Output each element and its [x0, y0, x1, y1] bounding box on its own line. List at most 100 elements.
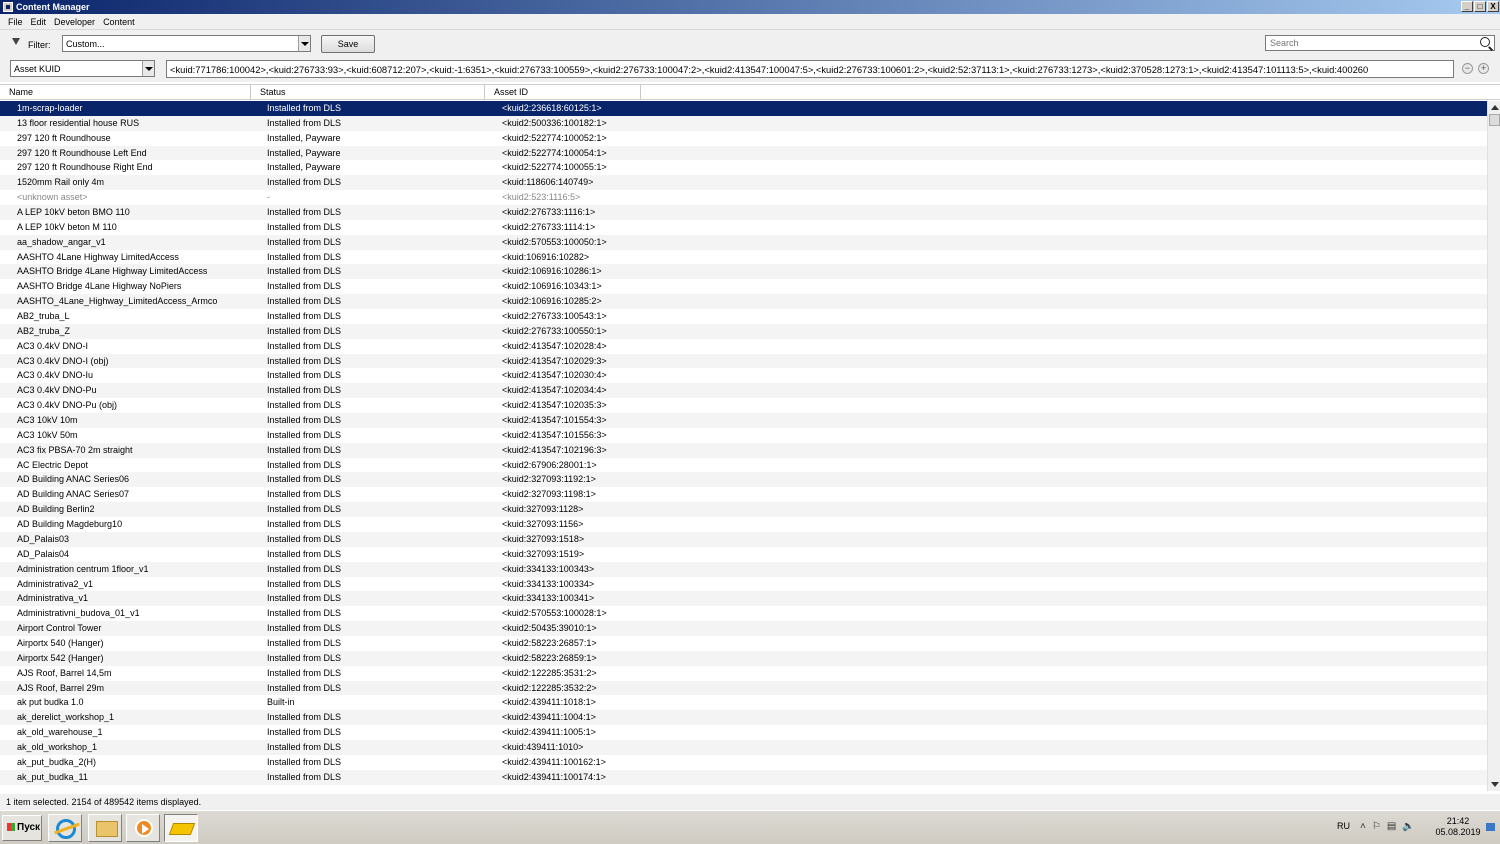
- table-row[interactable]: Airportx 542 (Hanger) Installed from DLS <…: [0, 650, 1487, 666]
- filter-collapse-icon[interactable]: [12, 38, 20, 45]
- app-icon: [3, 2, 13, 12]
- maximize-button[interactable]: □: [1474, 1, 1486, 12]
- volume-icon[interactable]: 🔈: [1402, 821, 1414, 832]
- start-button[interactable]: Пуск: [2, 815, 42, 841]
- table-row[interactable]: ak_derelict_workshop_1 Installed from DLS…: [0, 710, 1487, 726]
- row-asset-id: <kuid:334133:100334>: [502, 578, 595, 589]
- taskbar-media-player[interactable]: [126, 814, 160, 842]
- table-row[interactable]: Airportx 540 (Hanger) Installed from DLS <…: [0, 636, 1487, 651]
- table-row[interactable]: AC3 0.4kV DNO-Pu (obj) Installed from DLS…: [0, 398, 1487, 413]
- menu-edit[interactable]: Edit: [27, 15, 51, 29]
- table-row[interactable]: AD_Palais04 Installed from DLS <kuid:32709…: [0, 547, 1487, 562]
- language-indicator[interactable]: RU: [1337, 821, 1350, 831]
- table-row[interactable]: 297 120 ft Roundhouse Right End Installed…: [0, 160, 1487, 175]
- tray-expand-icon[interactable]: ˄: [1360, 821, 1366, 832]
- row-asset-id: <kuid2:276733:1114:1>: [502, 221, 596, 232]
- folder-icon: [96, 821, 118, 837]
- show-desktop-button[interactable]: [1486, 823, 1495, 831]
- table-row[interactable]: AJS Roof, Barrel 14,5m Installed from DLS…: [0, 666, 1487, 681]
- row-status: Installed from DLS: [267, 207, 342, 218]
- table-row[interactable]: A LEP 10kV beton BMO 110 Installed from D…: [0, 205, 1487, 220]
- column-status[interactable]: Status: [251, 85, 485, 100]
- table-row[interactable]: A LEP 10kV beton M 110 Installed from DLS…: [0, 220, 1487, 235]
- table-row[interactable]: AD_Palais03 Installed from DLS <kuid:32709…: [0, 531, 1487, 547]
- scroll-thumb[interactable]: [1489, 114, 1500, 126]
- network-icon[interactable]: ▤: [1387, 821, 1396, 832]
- table-row[interactable]: aa_shadow_angar_v1 Installed from DLS <kui…: [0, 234, 1487, 250]
- taskbar-internet-explorer[interactable]: [48, 814, 82, 842]
- row-status: Installed from DLS: [267, 281, 342, 292]
- action-center-flag-icon[interactable]: ⚐: [1372, 821, 1381, 832]
- column-asset-id[interactable]: Asset ID: [485, 85, 641, 100]
- kuid-filter-field[interactable]: <kuid:771786:100042>,<kuid:276733:93>,<k…: [166, 60, 1454, 78]
- table-row[interactable]: AASHTO 4Lane Highway LimitedAccess Instal…: [0, 250, 1487, 265]
- table-row[interactable]: 1m-scrap-loader Installed from DLS <kuid2:…: [0, 101, 1487, 116]
- table-row[interactable]: AASHTO Bridge 4Lane Highway NoPiers Insta…: [0, 279, 1487, 294]
- table-row[interactable]: AB2_truba_L Installed from DLS <kuid2:2767…: [0, 309, 1487, 324]
- row-name: ak_old_workshop_1: [17, 741, 98, 752]
- table-row[interactable]: 13 floor residential house RUS Installed …: [0, 115, 1487, 131]
- table-row[interactable]: Administration centrum 1floor_v1 Installe…: [0, 561, 1487, 577]
- vertical-scrollbar[interactable]: [1487, 101, 1500, 791]
- table-row[interactable]: 297 120 ft Roundhouse Installed, Payware <…: [0, 131, 1487, 146]
- kuid-type-dropdown[interactable]: Asset KUID: [10, 60, 155, 77]
- add-filter-button[interactable]: +: [1478, 63, 1489, 74]
- table-row[interactable]: AASHTO Bridge 4Lane Highway LimitedAcces…: [0, 264, 1487, 280]
- table-row[interactable]: ak put budka 1.0 Built-in <kuid2:439411:10…: [0, 695, 1487, 710]
- taskbar-content-manager[interactable]: [164, 814, 198, 842]
- table-row[interactable]: Administrativni_budova_01_v1 Installed fr…: [0, 606, 1487, 621]
- menu-content[interactable]: Content: [99, 15, 139, 29]
- filter-dropdown[interactable]: Custom...: [62, 35, 311, 52]
- chevron-down-icon[interactable]: [142, 61, 154, 76]
- table-row[interactable]: ak_put_budka_2(H) Installed from DLS <kuid…: [0, 755, 1487, 770]
- row-status: Installed from DLS: [267, 504, 342, 515]
- menu-file[interactable]: File: [4, 15, 27, 29]
- chevron-down-icon[interactable]: [298, 36, 310, 51]
- table-row[interactable]: 1520mm Rail only 4m Installed from DLS <ku…: [0, 175, 1487, 191]
- table-row[interactable]: AC3 fix PBSA-70 2m straight Installed fro…: [0, 442, 1487, 458]
- table-row[interactable]: ak_old_warehouse_1 Installed from DLS <kui…: [0, 725, 1487, 740]
- clock-time: 21:42: [1446, 816, 1470, 826]
- table-row[interactable]: AD Building Magdeburg10 Installed from DL…: [0, 517, 1487, 532]
- remove-filter-button[interactable]: −: [1462, 63, 1473, 74]
- table-row[interactable]: ak_old_workshop_1 Installed from DLS <kuid…: [0, 739, 1487, 755]
- table-row[interactable]: AD Building ANAC Series06 Installed from …: [0, 472, 1487, 488]
- row-status: Installed from DLS: [267, 548, 342, 559]
- table-row[interactable]: AC Electric Depot Installed from DLS <kuid…: [0, 458, 1487, 473]
- window-title: Content Manager: [16, 2, 90, 12]
- search-input[interactable]: [1266, 36, 1466, 50]
- taskbar-explorer[interactable]: [88, 814, 122, 842]
- table-row[interactable]: AC3 10kV 10m Installed from DLS <kuid2:413…: [0, 413, 1487, 428]
- search-icon[interactable]: [1480, 37, 1490, 47]
- row-status: Built-in: [267, 697, 295, 708]
- table-row[interactable]: AB2_truba_Z Installed from DLS <kuid2:2767…: [0, 323, 1487, 339]
- table-row[interactable]: Administrativa_v1 Installed from DLS <kuid…: [0, 591, 1487, 607]
- scroll-down-icon[interactable]: [1489, 779, 1500, 790]
- column-name[interactable]: Name: [0, 85, 251, 100]
- table-row[interactable]: AD Building ANAC Series07 Installed from …: [0, 487, 1487, 502]
- table-row[interactable]: ak_put_budka_11 Installed from DLS <kuid2:…: [0, 769, 1487, 785]
- table-row[interactable]: AC3 0.4kV DNO-I (obj) Installed from DLS <…: [0, 353, 1487, 369]
- close-button[interactable]: X: [1487, 1, 1499, 12]
- row-name: AC3 0.4kV DNO-Pu: [17, 385, 97, 396]
- table-row[interactable]: AC3 0.4kV DNO-I Installed from DLS <kuid2:…: [0, 339, 1487, 354]
- table-row[interactable]: AASHTO_4Lane_Highway_LimitedAccess_Armco…: [0, 294, 1487, 310]
- table-row[interactable]: AC3 0.4kV DNO-Iu Installed from DLS <kuid2…: [0, 368, 1487, 383]
- table-row[interactable]: AC3 0.4kV DNO-Pu Installed from DLS <kuid2…: [0, 383, 1487, 399]
- scroll-up-icon[interactable]: [1489, 102, 1500, 113]
- table-row[interactable]: AJS Roof, Barrel 29m Installed from DLS <k…: [0, 680, 1487, 696]
- row-asset-id: <kuid2:276733:100543:1>: [502, 311, 607, 322]
- menu-developer[interactable]: Developer: [50, 15, 99, 29]
- search-box: [1265, 35, 1495, 51]
- table-row[interactable]: <unknown asset> - <kuid2:523:1116:5>: [0, 190, 1487, 205]
- table-row[interactable]: AD Building Berlin2 Installed from DLS <ku…: [0, 502, 1487, 518]
- clock[interactable]: 21:42 05.08.2019: [1428, 816, 1488, 838]
- table-row[interactable]: Airport Control Tower Installed from DLS <…: [0, 621, 1487, 636]
- row-asset-id: <kuid:334133:100343>: [502, 563, 595, 574]
- asset-list[interactable]: 1m-scrap-loader Installed from DLS <kuid2:…: [0, 101, 1487, 791]
- table-row[interactable]: Administrativa2_v1 Installed from DLS <kui…: [0, 577, 1487, 592]
- table-row[interactable]: 297 120 ft Roundhouse Left End Installed,…: [0, 145, 1487, 161]
- save-button[interactable]: Save: [321, 35, 375, 53]
- table-row[interactable]: AC3 10kV 50m Installed from DLS <kuid2:413…: [0, 428, 1487, 443]
- minimize-button[interactable]: _: [1461, 1, 1473, 12]
